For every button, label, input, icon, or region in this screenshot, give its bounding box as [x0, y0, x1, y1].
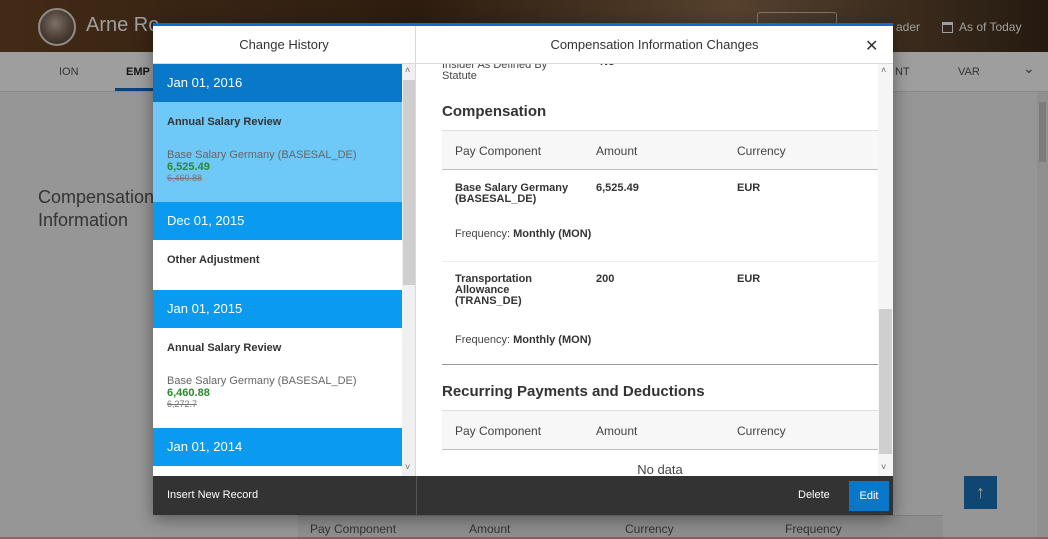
frequency-label: Frequency:: [455, 334, 511, 346]
history-reason: Other Adjustment: [167, 254, 260, 266]
history-entry[interactable]: Other Adjustment: [153, 240, 402, 290]
delete-button[interactable]: Delete: [798, 489, 830, 501]
frequency: Frequency: Monthly (MON): [455, 228, 591, 240]
history-reason: Annual Salary Review: [167, 342, 282, 354]
column-header: Pay Component: [455, 144, 542, 158]
insert-new-record-button[interactable]: Insert New Record: [167, 489, 258, 501]
scroll-up-icon[interactable]: ˄: [405, 65, 410, 75]
scroll-down-icon[interactable]: ˅: [405, 462, 410, 472]
frequency-value: Monthly (MON): [513, 228, 592, 240]
edit-button[interactable]: Edit: [849, 481, 889, 511]
history-date-item[interactable]: Jan 01, 2015: [153, 290, 402, 328]
changes-title: Compensation Information Changes: [550, 37, 759, 52]
recurring-title: Recurring Payments and Deductions: [442, 383, 705, 400]
history-list: Jan 01, 2016 Annual Salary Review Base S…: [153, 64, 402, 476]
history-new-value: 6,460.88: [167, 387, 210, 399]
pay-component: Base Salary Germany (BASESAL_DE): [455, 182, 569, 205]
currency: EUR: [737, 273, 761, 285]
column-header: Amount: [596, 424, 638, 438]
field-value: No: [600, 64, 615, 68]
amount: 200: [596, 273, 615, 285]
history-entry[interactable]: Annual Salary Review Base Salary Germany…: [153, 328, 402, 428]
scroll-down-icon[interactable]: ˅: [881, 462, 886, 472]
currency: EUR: [737, 182, 761, 194]
history-old-value: 6,460.88: [167, 173, 203, 183]
history-date-item[interactable]: Jan 01, 2014: [153, 428, 402, 466]
frequency-value: Monthly (MON): [513, 334, 592, 346]
details-scrollbar[interactable]: ˄ ˅: [878, 64, 893, 476]
change-history-dialog: Change History Compensation Information …: [153, 23, 893, 515]
column-header: Currency: [737, 424, 786, 438]
change-history-title: Change History: [153, 26, 416, 64]
history-old-value: 6,272.7: [167, 399, 198, 409]
close-icon[interactable]: ✕: [865, 36, 878, 56]
column-header: Pay Component: [455, 424, 542, 438]
history-date-item[interactable]: Jan 01, 2016: [153, 64, 402, 102]
column-header: Currency: [737, 144, 786, 158]
divider: [442, 261, 878, 262]
recurring-table-header: Pay Component Amount Currency: [442, 410, 878, 450]
dialog-footer: Insert New Record Delete Edit: [153, 476, 893, 515]
column-header: Amount: [596, 144, 638, 158]
compensation-title: Compensation: [442, 103, 547, 120]
dialog-header: Change History Compensation Information …: [153, 26, 893, 64]
frequency-label: Frequency:: [455, 228, 511, 240]
no-data-message: No data: [637, 462, 683, 476]
pay-component: Transportation Allowance (TRANS_DE): [455, 273, 533, 307]
scrollbar-thumb[interactable]: [403, 80, 415, 285]
divider: [442, 364, 878, 365]
history-component: Base Salary Germany (BASESAL_DE): [167, 375, 357, 387]
details-panel: Insider As Defined By Statute No Compens…: [416, 64, 878, 476]
compensation-table-header: Pay Component Amount Currency: [442, 130, 878, 170]
amount: 6,525.49: [596, 182, 639, 194]
frequency: Frequency: Monthly (MON): [455, 334, 591, 346]
field-label: Insider As Defined By Statute: [442, 64, 548, 82]
divider: [416, 476, 417, 515]
history-reason: Annual Salary Review: [167, 116, 282, 128]
history-new-value: 6,525.49: [167, 161, 210, 173]
history-scrollbar[interactable]: ˄ ˅: [402, 64, 416, 476]
scrollbar-thumb[interactable]: [879, 309, 892, 454]
scroll-up-icon[interactable]: ˄: [881, 65, 886, 75]
history-date-item[interactable]: Dec 01, 2015: [153, 202, 402, 240]
history-entry[interactable]: Annual Salary Review Base Salary Germany…: [153, 102, 402, 202]
history-component: Base Salary Germany (BASESAL_DE): [167, 149, 357, 161]
